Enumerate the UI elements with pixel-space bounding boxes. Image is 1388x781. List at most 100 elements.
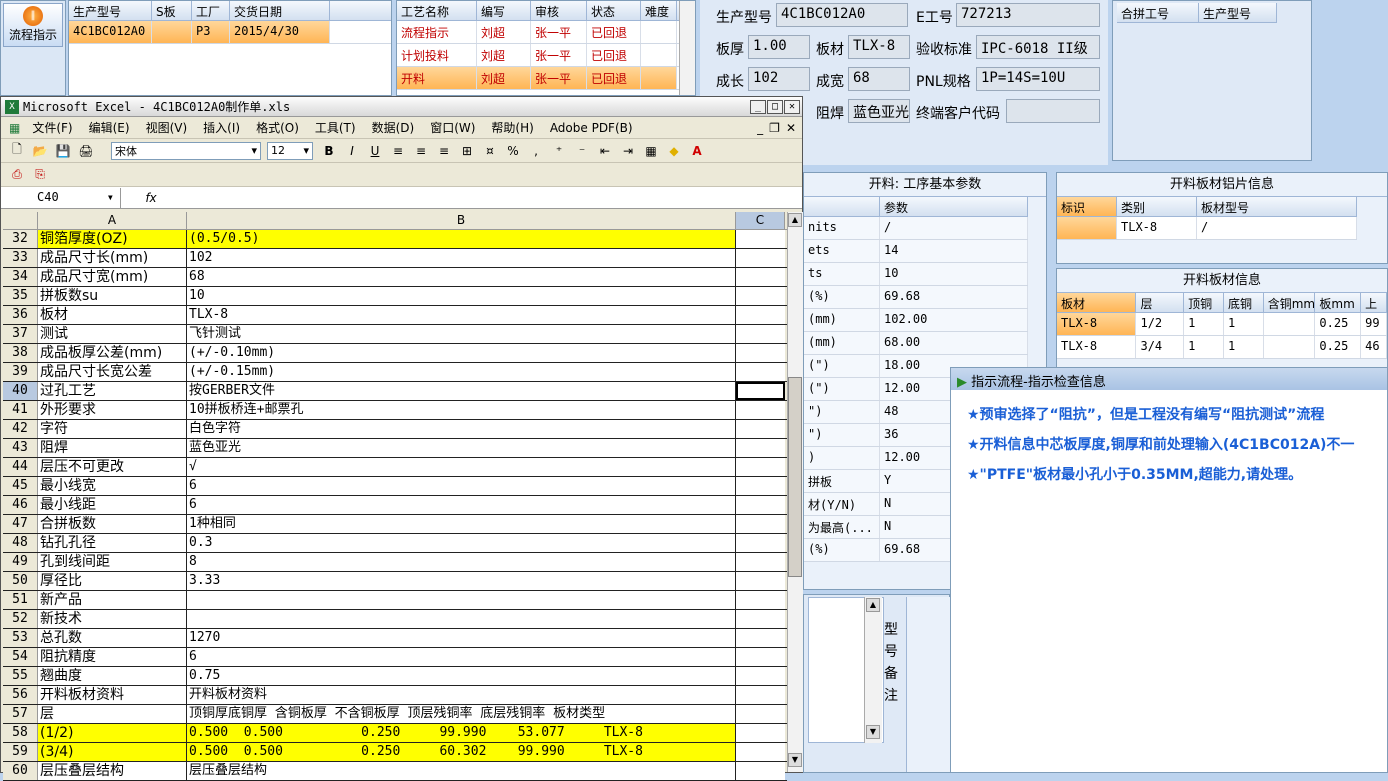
cell-c[interactable] (736, 458, 785, 476)
remark-scrollbar[interactable]: ▲ ▼ (864, 597, 882, 743)
cell-b[interactable]: 10拼板桥连+邮票孔 (187, 401, 736, 419)
cell-a[interactable]: 合拼板数 (38, 515, 187, 533)
cell-a[interactable]: 阻焊 (38, 439, 187, 457)
cell-a[interactable]: 成品尺寸长宽公差 (38, 363, 187, 381)
row-header[interactable]: 40 (3, 382, 38, 400)
table-row[interactable]: (mm) 102.00 (804, 309, 1028, 332)
save-icon[interactable]: 💾 (53, 141, 73, 161)
table-row[interactable]: (mm) 68.00 (804, 332, 1028, 355)
cell-b[interactable]: 102 (187, 249, 736, 267)
cell-b[interactable]: 飞针测试 (187, 325, 736, 343)
table-row[interactable]: 流程指示 刘超 张一平 已回退 (397, 21, 695, 44)
cell-c[interactable] (736, 572, 785, 590)
row-header[interactable]: 53 (3, 629, 38, 647)
row-header[interactable]: 36 (3, 306, 38, 324)
formula-input[interactable] (181, 188, 802, 208)
cell-a[interactable]: 过孔工艺 (38, 382, 187, 400)
cell-a[interactable]: 层 (38, 705, 187, 723)
cell-a[interactable]: 开料板材资料 (38, 686, 187, 704)
cell-a[interactable]: 成品板厚公差(mm) (38, 344, 187, 362)
menu-help[interactable]: 帮助(H) (483, 119, 541, 136)
italic-icon[interactable]: I (342, 141, 362, 161)
flow-indicator-button[interactable]: ‖ 流程指示 (3, 3, 63, 47)
decrease-decimal-icon[interactable]: ⁻ (572, 141, 592, 161)
pnl-field[interactable]: 1P=14S=10U (976, 67, 1100, 91)
col-header-b[interactable]: B (187, 212, 736, 229)
minimize-icon[interactable]: _ (750, 99, 766, 114)
col-board-mm[interactable]: 板mm (1315, 293, 1362, 312)
cell-b[interactable]: 6 (187, 648, 736, 666)
row-header[interactable]: 43 (3, 439, 38, 457)
cell-c[interactable] (736, 762, 785, 780)
doc-minimize-icon[interactable]: _ (754, 121, 766, 135)
cell-a[interactable]: 钻孔孔径 (38, 534, 187, 552)
comma-icon[interactable]: , (526, 141, 546, 161)
remark-field[interactable] (906, 597, 950, 772)
col-sheet-model[interactable]: 板材型号 (1197, 197, 1357, 216)
cell-b[interactable] (187, 591, 736, 609)
cell-c[interactable] (736, 610, 785, 628)
col-up[interactable]: 上 (1361, 293, 1387, 312)
cell-c[interactable] (736, 382, 785, 400)
menu-insert[interactable]: 插入(I) (195, 119, 248, 136)
col-param-value[interactable]: 参数 (880, 197, 1028, 216)
col-difficulty[interactable]: 难度 (641, 1, 677, 20)
cell-c[interactable] (736, 363, 785, 381)
row-header[interactable]: 51 (3, 591, 38, 609)
cell-c[interactable] (736, 477, 785, 495)
cell-c[interactable] (736, 401, 785, 419)
cell-c[interactable] (736, 306, 785, 324)
currency-icon[interactable]: ¤ (480, 141, 500, 161)
row-header[interactable]: 58 (3, 724, 38, 742)
cell-b[interactable]: 8 (187, 553, 736, 571)
fill-color-icon[interactable]: ◆ (664, 141, 684, 161)
align-center-icon[interactable]: ≡ (411, 141, 431, 161)
row-header[interactable]: 33 (3, 249, 38, 267)
col-status[interactable]: 状态 (587, 1, 641, 20)
menu-adobe-pdf[interactable]: Adobe PDF(B) (542, 121, 641, 135)
cell-b[interactable]: 蓝色亚光 (187, 439, 736, 457)
cell-a[interactable]: 拼板数su (38, 287, 187, 305)
cell-c[interactable] (736, 230, 785, 248)
pdf-convert-icon[interactable]: ⎙ (7, 165, 27, 185)
cell-a[interactable]: 阻抗精度 (38, 648, 187, 666)
cell-c[interactable] (736, 496, 785, 514)
cell-a[interactable]: 铜箔厚度(OZ) (38, 230, 187, 248)
eno-field[interactable]: 727213 (956, 3, 1100, 27)
cell-a[interactable]: 外形要求 (38, 401, 187, 419)
cell-a[interactable]: 翘曲度 (38, 667, 187, 685)
menu-view[interactable]: 视图(V) (138, 119, 196, 136)
col-process-name[interactable]: 工艺名称 (397, 1, 477, 20)
row-header[interactable]: 39 (3, 363, 38, 381)
new-icon[interactable]: 🗋 (7, 141, 27, 161)
doc-restore-icon[interactable]: ❐ (766, 121, 783, 135)
doc-close-icon[interactable]: ✕ (783, 121, 802, 135)
cell-a[interactable]: 厚径比 (38, 572, 187, 590)
cell-c[interactable] (736, 591, 785, 609)
row-header[interactable]: 35 (3, 287, 38, 305)
scroll-down-icon[interactable]: ▼ (866, 725, 880, 739)
col-mark[interactable]: 标识 (1057, 197, 1117, 216)
table-row[interactable]: TLX-8 1/2 1 1 0.25 99 (1057, 313, 1387, 336)
cell-a[interactable]: 孔到线间距 (38, 553, 187, 571)
underline-icon[interactable]: U (365, 141, 385, 161)
menu-file[interactable]: 文件(F) (24, 119, 80, 136)
cell-a[interactable]: 成品尺寸宽(mm) (38, 268, 187, 286)
col-with-cu[interactable]: 含铜mm (1264, 293, 1316, 312)
open-icon[interactable]: 📂 (30, 141, 50, 161)
cell-b[interactable]: TLX-8 (187, 306, 736, 324)
cell-b[interactable]: 层压叠层结构 (187, 762, 736, 780)
cell-b[interactable]: 0.3 (187, 534, 736, 552)
percent-icon[interactable]: % (503, 141, 523, 161)
cell-b[interactable]: (0.5/0.5) (187, 230, 736, 248)
cell-b[interactable]: 白色字符 (187, 420, 736, 438)
cell-c[interactable] (736, 249, 785, 267)
cell-c[interactable] (736, 534, 785, 552)
cell-b[interactable]: 0.500 0.500 0.250 60.302 99.990 TLX-8 (187, 743, 736, 761)
col-header-a[interactable]: A (38, 212, 187, 229)
thickness-field[interactable]: 1.00 (748, 35, 810, 59)
row-header[interactable]: 34 (3, 268, 38, 286)
row-header[interactable]: 41 (3, 401, 38, 419)
table-row[interactable]: 计划投料 刘超 张一平 已回退 (397, 44, 695, 67)
dialog-title-bar[interactable]: ▶ 指示流程-指示检查信息 (951, 368, 1387, 390)
